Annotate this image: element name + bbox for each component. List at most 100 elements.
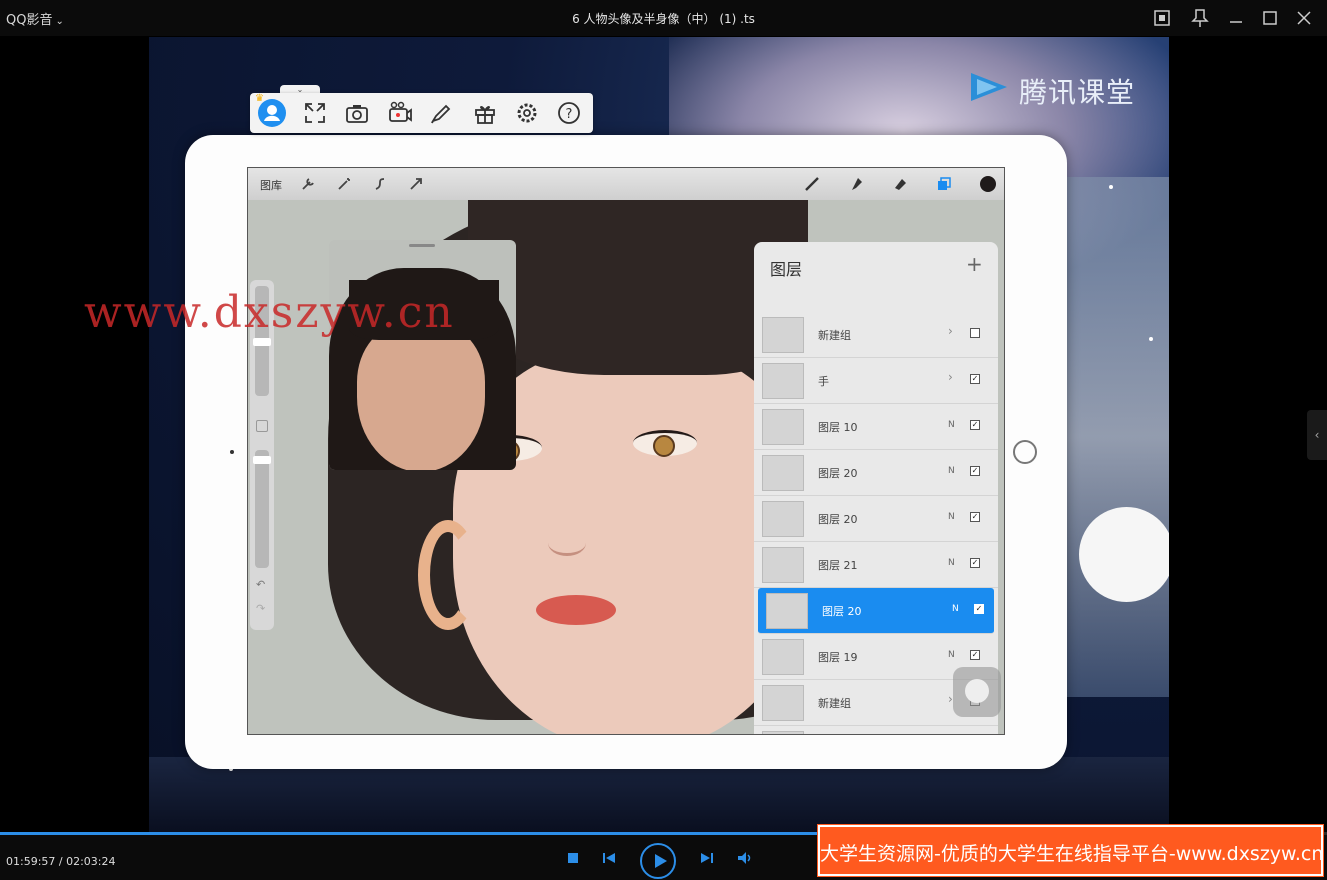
- fullscreen-icon[interactable]: [302, 100, 328, 126]
- layer-row[interactable]: 图层 21 N ✓: [754, 542, 998, 588]
- layer-name: 图层 19: [818, 651, 858, 664]
- promo-banner[interactable]: 大学生资源网-优质的大学生在线指导平台-www.dxszyw.cn: [817, 824, 1324, 877]
- layer-thumbnail: [762, 501, 804, 537]
- visibility-checkbox[interactable]: [970, 328, 980, 338]
- eraser-icon[interactable]: [892, 176, 908, 192]
- settings-icon[interactable]: [514, 100, 540, 126]
- procreate-screen: ↶ ↷ 图层 + 新建组 › 手 › ✓ 图层 10 N ✓ 图层 20 N ✓ 图层 20 N ✓ 图层 …: [247, 167, 1005, 735]
- layer-thumbnail: [762, 317, 804, 353]
- star: [1109, 185, 1113, 189]
- reference-photo[interactable]: [329, 240, 516, 470]
- layer-thumbnail: [762, 685, 804, 721]
- next-icon[interactable]: [699, 850, 715, 866]
- layer-name: 图层 20: [818, 513, 858, 526]
- previous-icon[interactable]: [601, 850, 617, 866]
- layer-group-row[interactable]: 新建组 ›: [754, 312, 998, 358]
- visibility-checkbox[interactable]: ✓: [970, 420, 980, 430]
- visibility-checkbox[interactable]: ✓: [970, 466, 980, 476]
- opacity-thumb[interactable]: [253, 456, 271, 464]
- brush-icon[interactable]: [804, 176, 820, 192]
- blend-mode-label[interactable]: N: [948, 466, 955, 476]
- layer-row[interactable]: 图层 20 N ✓: [758, 588, 994, 634]
- redo-icon[interactable]: ↷: [256, 602, 265, 615]
- blend-mode-label[interactable]: N: [948, 420, 955, 430]
- layer-thumbnail: [762, 409, 804, 445]
- visibility-checkbox[interactable]: ✓: [970, 558, 980, 568]
- smudge-icon[interactable]: [848, 176, 864, 192]
- painting-earring: [418, 520, 478, 630]
- play-logo-icon: [971, 73, 1007, 101]
- video-frame[interactable]: 腾讯课堂 ↶ ↷ 图层 + 新建组 › 手 › ✓ 图层 10 N ✓ 图层 2…: [149, 37, 1169, 832]
- gallery-button[interactable]: 图库: [260, 177, 282, 193]
- layer-name: 图层 20: [822, 605, 862, 618]
- layer-name: 图层 21: [818, 559, 858, 572]
- brush-icon[interactable]: [428, 100, 454, 126]
- wrench-icon[interactable]: [300, 176, 316, 192]
- layer-name: 新建组: [818, 329, 851, 342]
- painting-right-eye: [633, 430, 697, 457]
- layer-name: 图层 20: [818, 467, 858, 480]
- layer-row[interactable]: 图层 20 N ✓: [754, 450, 998, 496]
- undo-icon[interactable]: ↶: [256, 578, 265, 591]
- pin-icon[interactable]: [1189, 7, 1211, 29]
- visibility-checkbox[interactable]: ✓: [970, 512, 980, 522]
- chevron-right-icon[interactable]: ›: [948, 370, 953, 384]
- brush-size-thumb[interactable]: [253, 338, 271, 346]
- color-icon[interactable]: [980, 176, 996, 192]
- reference-drag-handle[interactable]: [409, 244, 435, 247]
- floating-assistive-button[interactable]: [953, 667, 1001, 717]
- blend-mode-label[interactable]: N: [948, 512, 955, 522]
- layer-row[interactable]: 图层 20 N ✓: [754, 496, 998, 542]
- logo-text: 腾讯课堂: [1019, 76, 1136, 109]
- watermark-text: www.dxszyw.cn: [84, 287, 455, 338]
- layers-icon[interactable]: [936, 176, 952, 192]
- minimize-icon[interactable]: [1225, 7, 1247, 29]
- layer-name: 图层 10: [818, 421, 858, 434]
- play-icon[interactable]: [640, 843, 676, 879]
- painting-lips: [536, 595, 616, 625]
- layer-row[interactable]: 图层 10 N ✓: [754, 404, 998, 450]
- selection-icon[interactable]: [372, 176, 388, 192]
- layers-panel: 图层 + 新建组 › 手 › ✓ 图层 10 N ✓ 图层 20 N ✓ 图层 20 N ✓ 图层 21 N ✓…: [754, 242, 998, 734]
- chevron-left-icon[interactable]: ‹: [1307, 410, 1327, 460]
- ipad-frame: ↶ ↷ 图层 + 新建组 › 手 › ✓ 图层 10 N ✓ 图层 20 N ✓ 图层 20 N ✓ 图层 …: [185, 135, 1067, 769]
- painting-nose: [548, 530, 586, 556]
- layer-row[interactable]: 图层 7N: [754, 726, 998, 734]
- blend-mode-label[interactable]: N: [948, 558, 955, 568]
- maximize-icon[interactable]: [1259, 7, 1281, 29]
- procreate-toolbar: 图库: [248, 168, 1004, 200]
- visibility-checkbox[interactable]: ✓: [970, 650, 980, 660]
- close-icon[interactable]: [1293, 7, 1315, 29]
- help-icon[interactable]: ?: [556, 100, 582, 126]
- video-record-icon[interactable]: [387, 100, 413, 126]
- add-layer-button[interactable]: +: [966, 252, 983, 276]
- banner-text: 大学生资源网-优质的大学生在线指导平台-www.dxszyw.cn: [820, 843, 1324, 865]
- layer-thumbnail: [762, 547, 804, 583]
- magic-wand-icon[interactable]: [336, 176, 352, 192]
- camera-dot: [230, 450, 234, 454]
- crown-icon: ♛: [255, 93, 264, 104]
- layer-thumbnail: [762, 455, 804, 491]
- layer-thumbnail: [762, 363, 804, 399]
- layer-thumbnail: [766, 593, 808, 629]
- title-bar: QQ影音 ⌄ 6 人物头像及半身像（中） (1) .ts: [0, 0, 1327, 36]
- opacity-slider[interactable]: [255, 450, 269, 568]
- visibility-checkbox[interactable]: ✓: [974, 604, 984, 614]
- visibility-checkbox[interactable]: ✓: [970, 374, 980, 384]
- transform-icon[interactable]: [408, 176, 424, 192]
- layer-name: 手: [818, 375, 829, 388]
- volume-icon[interactable]: [737, 850, 753, 866]
- pin-window-icon[interactable]: [1151, 7, 1173, 29]
- layer-group-row[interactable]: 手 › ✓: [754, 358, 998, 404]
- background-moon: [1079, 507, 1169, 602]
- modify-button[interactable]: [256, 420, 268, 432]
- blend-mode-label[interactable]: N: [948, 650, 955, 660]
- classroom-toolbar: ♛ ?: [250, 93, 593, 133]
- gift-icon[interactable]: [472, 100, 498, 126]
- camera-icon[interactable]: [344, 100, 370, 126]
- home-button: [1013, 440, 1037, 464]
- chevron-right-icon[interactable]: ›: [948, 324, 953, 338]
- blend-mode-label[interactable]: N: [952, 604, 959, 614]
- stop-icon[interactable]: [565, 850, 581, 866]
- svg-text:?: ?: [566, 107, 573, 122]
